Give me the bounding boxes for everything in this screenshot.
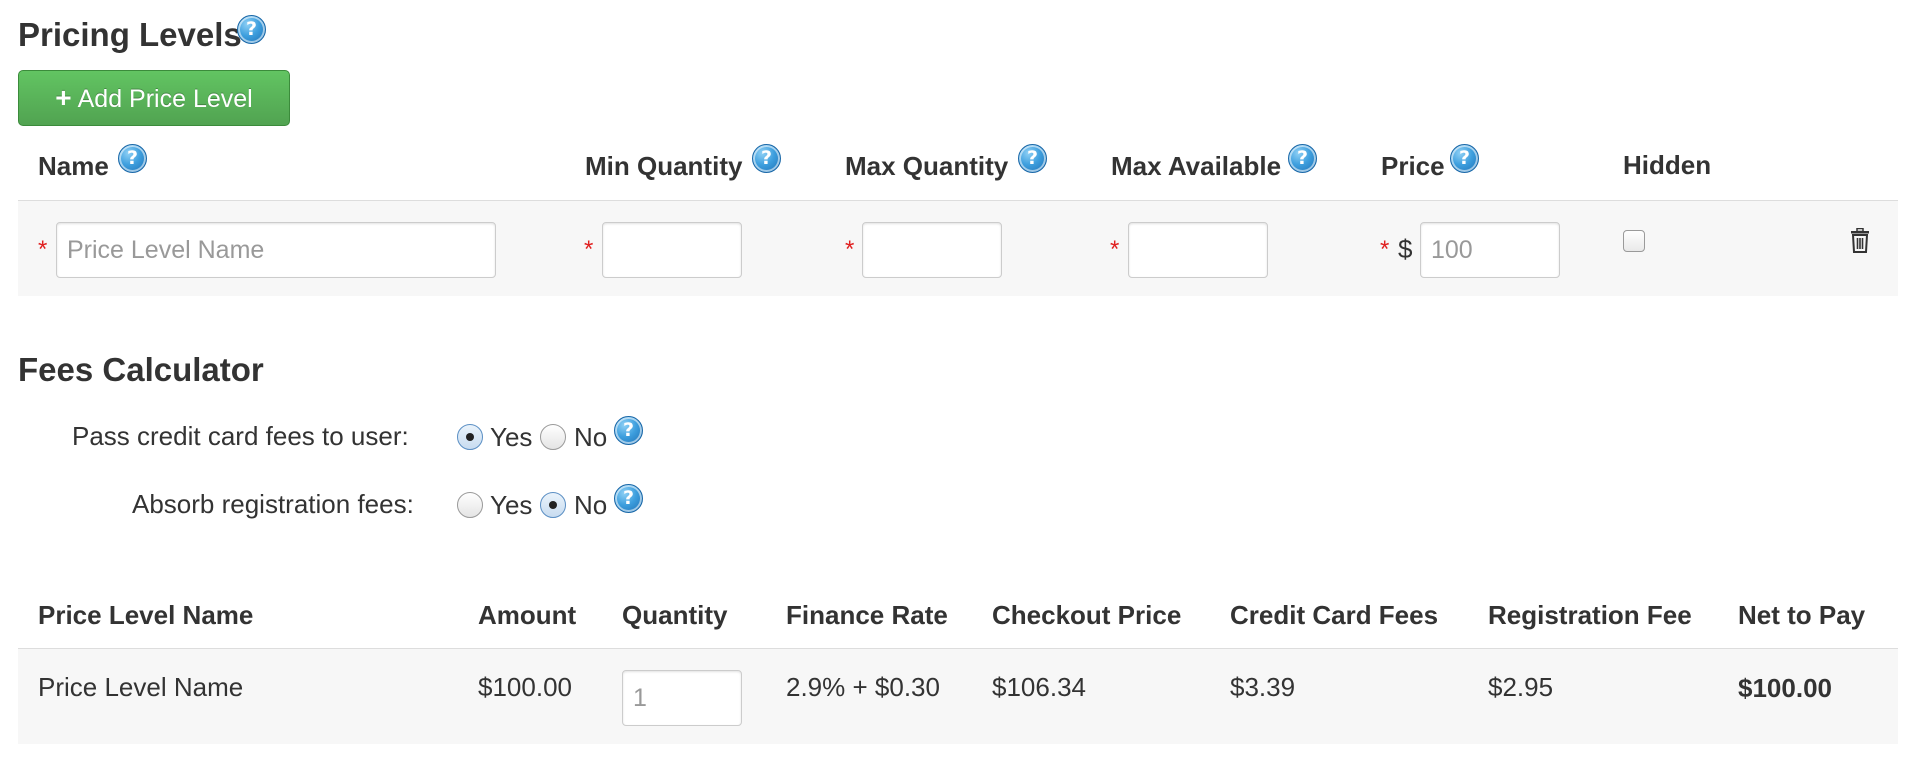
hidden-checkbox[interactable] xyxy=(1623,230,1645,252)
pass-cc-fees-yes-radio[interactable] xyxy=(457,424,483,450)
currency-symbol: $ xyxy=(1398,234,1413,264)
help-icon[interactable]: ? xyxy=(752,144,781,173)
absorb-fees-no-radio[interactable] xyxy=(540,492,566,518)
column-header-name: Name xyxy=(38,151,109,181)
summary-header-quantity: Quantity xyxy=(622,600,728,630)
pass-cc-fees-no-radio[interactable] xyxy=(540,424,566,450)
trash-icon[interactable] xyxy=(1849,228,1871,254)
required-marker: * xyxy=(38,236,48,263)
help-icon[interactable]: ? xyxy=(118,144,147,173)
column-header-max-available: Max Available xyxy=(1111,151,1282,181)
column-header-min-quantity: Min Quantity xyxy=(585,151,743,181)
summary-header-price-level-name: Price Level Name xyxy=(38,600,254,630)
pass-cc-fees-no-label: No xyxy=(574,422,608,452)
price-input[interactable]: 100 xyxy=(1420,222,1560,278)
max-quantity-input[interactable] xyxy=(862,222,1002,278)
min-quantity-input[interactable] xyxy=(602,222,742,278)
summary-registration-fee: $2.95 xyxy=(1488,672,1554,702)
help-icon[interactable]: ? xyxy=(1288,144,1317,173)
absorb-fees-no-label: No xyxy=(574,490,608,520)
add-price-level-button[interactable]: + Add Price Level xyxy=(18,70,290,126)
column-header-hidden: Hidden xyxy=(1623,150,1712,180)
help-icon[interactable]: ? xyxy=(1018,144,1047,173)
summary-row xyxy=(18,649,1898,744)
required-marker: * xyxy=(584,236,594,263)
column-header-price: Price xyxy=(1381,151,1445,181)
help-icon[interactable]: ? xyxy=(614,416,643,445)
summary-header-credit-card-fees: Credit Card Fees xyxy=(1230,600,1439,630)
summary-finance-rate: 2.9% + $0.30 xyxy=(786,672,940,702)
absorb-fees-yes-label: Yes xyxy=(490,490,533,520)
summary-checkout-price: $106.34 xyxy=(992,672,1086,702)
summary-amount: $100.00 xyxy=(478,672,572,702)
summary-header-amount: Amount xyxy=(478,600,577,630)
price-level-name-input[interactable]: Price Level Name xyxy=(56,222,496,278)
help-icon[interactable]: ? xyxy=(614,484,643,513)
summary-header-checkout-price: Checkout Price xyxy=(992,600,1182,630)
summary-header-net-to-pay: Net to Pay xyxy=(1738,600,1866,630)
summary-header-finance-rate: Finance Rate xyxy=(786,600,948,630)
absorb-registration-fees-label: Absorb registration fees: xyxy=(132,489,414,519)
required-marker: * xyxy=(1380,236,1390,263)
absorb-fees-yes-radio[interactable] xyxy=(457,492,483,518)
summary-price-level-name: Price Level Name xyxy=(38,672,244,702)
help-icon[interactable]: ? xyxy=(237,15,266,44)
summary-credit-card-fees: $3.39 xyxy=(1230,672,1296,702)
required-marker: * xyxy=(1110,236,1120,263)
required-marker: * xyxy=(845,236,855,263)
pass-cc-fees-yes-label: Yes xyxy=(490,422,533,452)
column-header-max-quantity: Max Quantity xyxy=(845,151,1009,181)
pass-cc-fees-label: Pass credit card fees to user: xyxy=(72,421,409,451)
add-price-level-label: Add Price Level xyxy=(77,85,253,113)
summary-header-registration-fee: Registration Fee xyxy=(1488,600,1692,630)
plus-icon: + xyxy=(55,82,72,113)
help-icon[interactable]: ? xyxy=(1450,144,1479,173)
summary-net-to-pay: $100.00 xyxy=(1738,673,1832,703)
pricing-levels-title: Pricing Levels xyxy=(18,16,242,53)
summary-quantity-input[interactable]: 1 xyxy=(622,670,742,726)
max-available-input[interactable] xyxy=(1128,222,1268,278)
fees-calculator-title: Fees Calculator xyxy=(18,351,264,388)
